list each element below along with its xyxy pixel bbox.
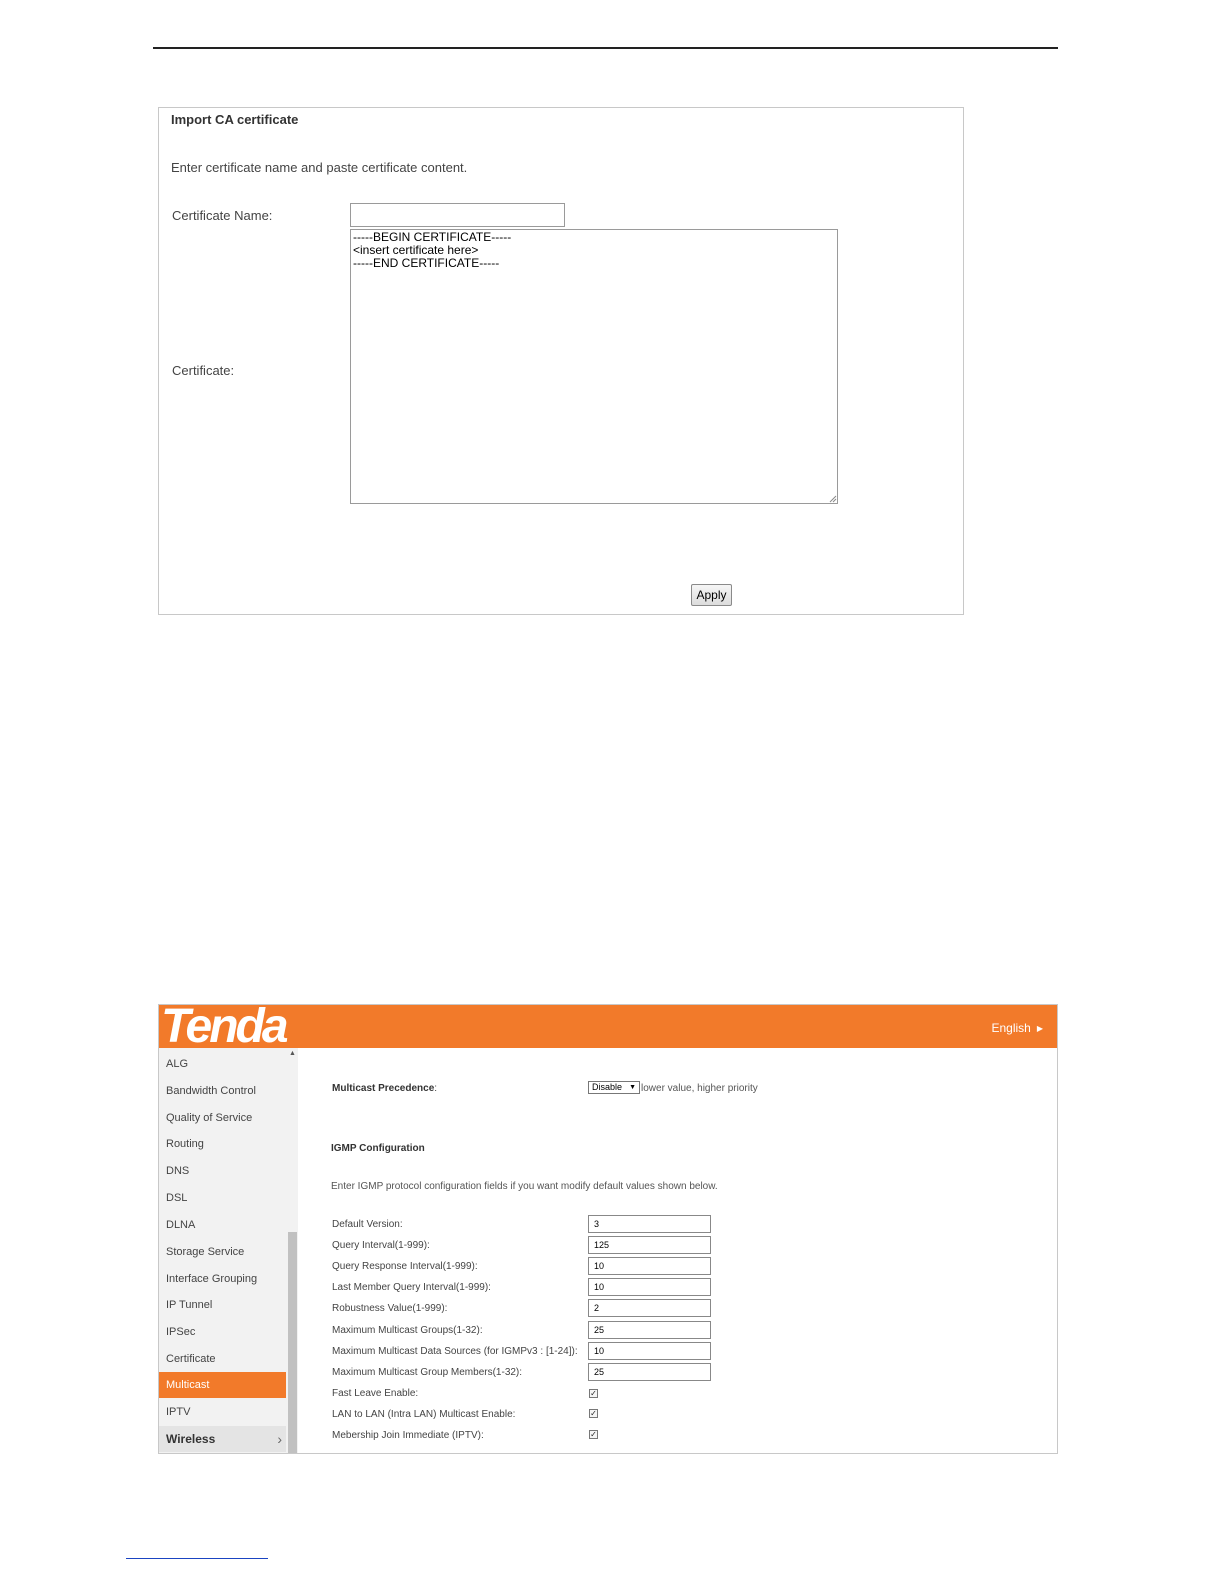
certificate-name-input[interactable] xyxy=(350,203,565,227)
query-response-interval-label: Query Response Interval(1-999): xyxy=(332,1261,478,1272)
max-multicast-groups-input[interactable] xyxy=(588,1321,711,1339)
footer-link-underline xyxy=(126,1558,268,1559)
sidebar-item-ipsec[interactable]: IPSec xyxy=(159,1319,286,1345)
last-member-query-interval-input[interactable] xyxy=(588,1278,711,1296)
lan-to-lan-multicast-label: LAN to LAN (Intra LAN) Multicast Enable: xyxy=(332,1409,516,1420)
multicast-content: Multicast Precedence: Disable ▼ lower val… xyxy=(299,1048,1057,1453)
last-member-query-interval-label: Last Member Query Interval(1-999): xyxy=(332,1282,491,1293)
panel-title: Import CA certificate xyxy=(171,112,299,127)
sidebar-item-iptv[interactable]: IPTV xyxy=(159,1399,286,1425)
sidebar-item-dsl[interactable]: DSL xyxy=(159,1185,286,1211)
multicast-precedence-select[interactable]: Disable ▼ xyxy=(588,1081,640,1094)
app-header: Tenda English ▶ xyxy=(159,1005,1057,1053)
resize-grip-icon[interactable] xyxy=(828,494,837,503)
certificate-label: Certificate: xyxy=(172,363,235,378)
sidebar-group-label: Wireless xyxy=(166,1432,216,1446)
fast-leave-enable-label: Fast Leave Enable: xyxy=(332,1388,419,1399)
igmp-configuration-description: Enter IGMP protocol configuration fields… xyxy=(331,1181,718,1192)
sidebar-item-multicast[interactable]: Multicast xyxy=(159,1372,286,1398)
sidebar-item-bandwidth-control[interactable]: Bandwidth Control xyxy=(159,1078,286,1104)
checkmark-icon: ✓ xyxy=(590,1409,597,1418)
membership-join-immediate-checkbox[interactable]: ✓ xyxy=(589,1430,598,1439)
max-multicast-data-sources-label: Maximum Multicast Data Sources (for IGMP… xyxy=(332,1346,578,1357)
precedence-note: lower value, higher priority xyxy=(641,1083,758,1094)
sidebar-group-wireless[interactable]: Wireless › xyxy=(159,1426,286,1452)
import-ca-certificate-panel: Import CA certificate Enter certificate … xyxy=(158,107,964,615)
sidebar-item-alg[interactable]: ALG xyxy=(159,1051,286,1077)
certificate-name-label: Certificate Name: xyxy=(172,208,273,223)
sidebar-item-certificate[interactable]: Certificate xyxy=(159,1346,286,1372)
igmp-configuration-title: IGMP Configuration xyxy=(331,1143,425,1154)
query-interval-label: Query Interval(1-999): xyxy=(332,1240,430,1251)
fast-leave-enable-checkbox[interactable]: ✓ xyxy=(589,1389,598,1398)
max-multicast-groups-label: Maximum Multicast Groups(1-32): xyxy=(332,1325,483,1336)
sidebar-item-quality-of-service[interactable]: Quality of Service xyxy=(159,1105,286,1131)
tenda-logo: Tenda xyxy=(161,1004,289,1053)
checkmark-icon: ✓ xyxy=(590,1389,597,1398)
lan-to-lan-multicast-checkbox[interactable]: ✓ xyxy=(589,1409,598,1418)
sidebar-scrollbar-thumb[interactable] xyxy=(288,1232,297,1453)
default-version-input[interactable] xyxy=(588,1215,711,1233)
page-header-rule xyxy=(153,47,1058,49)
sidebar-item-storage-service[interactable]: Storage Service xyxy=(159,1239,286,1265)
robustness-value-label: Robustness Value(1-999): xyxy=(332,1303,448,1314)
panel-description: Enter certificate name and paste certifi… xyxy=(171,160,468,175)
sidebar-item-routing[interactable]: Routing xyxy=(159,1131,286,1157)
default-version-label: Default Version: xyxy=(332,1219,403,1230)
checkmark-icon: ✓ xyxy=(590,1430,597,1439)
multicast-precedence-label: Multicast Precedence: xyxy=(332,1083,438,1094)
chevron-right-icon: › xyxy=(277,1431,282,1447)
language-label: English xyxy=(991,1021,1031,1035)
sidebar-item-dlna[interactable]: DLNA xyxy=(159,1212,286,1238)
max-multicast-data-sources-input[interactable] xyxy=(588,1342,711,1360)
query-response-interval-input[interactable] xyxy=(588,1257,711,1275)
query-interval-input[interactable] xyxy=(588,1236,711,1254)
scroll-up-icon[interactable]: ▲ xyxy=(289,1050,296,1057)
sidebar-item-ip-tunnel[interactable]: IP Tunnel xyxy=(159,1292,286,1318)
max-multicast-group-members-input[interactable] xyxy=(588,1363,711,1381)
sidebar-item-dns[interactable]: DNS xyxy=(159,1158,286,1184)
max-multicast-group-members-label: Maximum Multicast Group Members(1-32): xyxy=(332,1367,523,1378)
membership-join-immediate-label: Mebership Join Immediate (IPTV): xyxy=(332,1430,484,1441)
caret-down-icon: ▼ xyxy=(629,1084,636,1091)
certificate-content-textarea[interactable]: -----BEGIN CERTIFICATE----- <insert cert… xyxy=(350,229,838,504)
tenda-multicast-screen: Tenda English ▶ ▲ ALG Bandwidth Control Q… xyxy=(158,1004,1058,1454)
apply-button[interactable]: Apply xyxy=(691,584,732,606)
robustness-value-input[interactable] xyxy=(588,1299,711,1317)
sidebar-item-interface-grouping[interactable]: Interface Grouping xyxy=(159,1266,286,1292)
caret-right-icon: ▶ xyxy=(1036,1024,1043,1033)
multicast-precedence-value: Disable xyxy=(592,1082,623,1092)
language-selector[interactable]: English ▶ xyxy=(991,1021,1043,1035)
